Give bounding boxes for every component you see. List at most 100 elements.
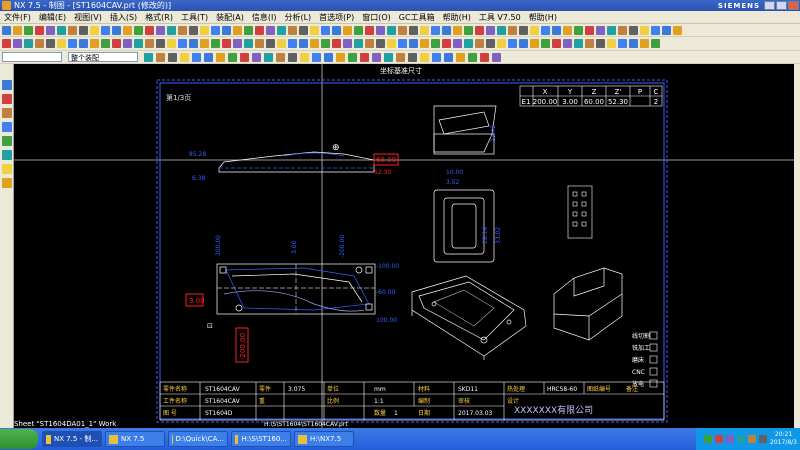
toolbar-icon[interactable] [596,25,605,35]
toolbar-icon[interactable] [431,39,440,48]
toolbar-icon[interactable] [431,25,440,35]
toolbar-icon[interactable] [288,52,297,62]
toolbar-icon[interactable] [288,39,297,48]
tray-icon[interactable] [715,435,724,443]
tray-icon[interactable] [726,435,735,443]
toolbar-icon[interactable] [585,39,594,48]
menu-item[interactable]: 窗口(O) [358,12,395,23]
toolbar-icon[interactable] [384,52,393,62]
toolbar-icon[interactable] [464,39,473,48]
toolbar-icon[interactable] [442,39,451,48]
toolbar-icon[interactable] [651,25,660,35]
toolbar-icon[interactable] [442,25,451,35]
toolbar-icon[interactable] [228,52,237,62]
toolbar-icon[interactable] [563,25,572,35]
toolbar-icon[interactable] [79,39,88,48]
toolbar-icon[interactable] [332,39,341,48]
toolbar-icon[interactable] [519,39,528,48]
toolbar-icon[interactable] [167,39,176,48]
toolbar-icon[interactable] [409,25,418,35]
toolbar-icon[interactable] [475,39,484,48]
toolbar-icon[interactable] [408,52,417,62]
resource-tab-icon[interactable] [1,178,12,188]
toolbar-icon[interactable] [310,25,319,35]
toolbar-icon[interactable] [492,52,501,62]
menu-item[interactable]: 编辑(E) [35,12,70,23]
toolbar-icon[interactable] [156,52,165,62]
toolbar-icon[interactable] [255,39,264,48]
toolbar-icon[interactable] [255,25,264,35]
menu-item[interactable]: 格式(R) [141,12,177,23]
toolbar-icon[interactable] [310,39,319,48]
toolbar-icon[interactable] [398,39,407,48]
toolbar-icon[interactable] [662,25,671,35]
toolbar-icon[interactable] [468,52,477,62]
menu-item[interactable]: 信息(I) [248,12,281,23]
drawing-canvas[interactable]: 第1/3页 X Y Z Z' P C E1 200.00 3.00 60.00 … [14,64,794,428]
toolbar-icon[interactable] [244,39,253,48]
toolbar-icon[interactable] [167,25,176,35]
toolbar-icon[interactable] [200,39,209,48]
toolbar-icon[interactable] [607,25,616,35]
toolbar-icon[interactable] [336,52,345,62]
toolbar-icon[interactable] [24,39,33,48]
toolbar-icon[interactable] [321,25,330,35]
toolbar-icon[interactable] [57,25,66,35]
taskbar-item[interactable]: NX 7.5 [105,431,165,447]
toolbar-icon[interactable] [192,52,201,62]
menu-item[interactable]: 文件(F) [0,12,35,23]
menu-item[interactable]: 分析(L) [280,12,315,23]
clock[interactable]: 20:21 2017/8/3 [770,431,797,447]
toolbar-icon[interactable] [398,25,407,35]
toolbar-icon[interactable] [277,25,286,35]
toolbar-icon[interactable] [432,52,441,62]
toolbar-icon[interactable] [618,39,627,48]
menu-item[interactable]: 帮助(H) [439,12,475,23]
toolbar-icon[interactable] [475,25,484,35]
toolbar-icon[interactable] [453,25,462,35]
toolbar-icon[interactable] [90,25,99,35]
toolbar-icon[interactable] [673,25,682,35]
toolbar-icon[interactable] [409,39,418,48]
toolbar-icon[interactable] [112,25,121,35]
toolbar-icon[interactable] [387,25,396,35]
toolbar-icon[interactable] [497,25,506,35]
toolbar-icon[interactable] [13,39,22,48]
toolbar-icon[interactable] [629,39,638,48]
toolbar-icon[interactable] [508,39,517,48]
toolbar-icon[interactable] [629,25,638,35]
resource-tab-icon[interactable] [1,122,12,132]
taskbar-item[interactable]: H:\S\ST160... [231,431,291,447]
resource-tab-icon[interactable] [1,108,12,118]
toolbar-icon[interactable] [222,39,231,48]
toolbar-icon[interactable] [277,39,286,48]
toolbar-icon[interactable] [211,25,220,35]
taskbar-item[interactable]: H:\NX7.5 [294,431,354,447]
toolbar-icon[interactable] [266,39,275,48]
toolbar-icon[interactable] [486,25,495,35]
toolbar-icon[interactable] [574,25,583,35]
menu-item[interactable]: 插入(S) [106,12,141,23]
toolbar-icon[interactable] [189,39,198,48]
toolbar-icon[interactable] [348,52,357,62]
toolbar-icon[interactable] [57,39,66,48]
toolbar-icon[interactable] [252,52,261,62]
toolbar-icon[interactable] [46,39,55,48]
toolbar-icon[interactable] [456,52,465,62]
toolbar-icon[interactable] [299,39,308,48]
toolbar-icon[interactable] [68,25,77,35]
resource-tab-icon[interactable] [1,94,12,104]
toolbar-icon[interactable] [288,25,297,35]
toolbar-icon[interactable] [101,39,110,48]
toolbar-icon[interactable] [264,52,273,62]
menu-item[interactable]: 帮助(H) [525,12,561,23]
toolbar-icon[interactable] [343,39,352,48]
tray-icon[interactable] [759,435,768,443]
toolbar-icon[interactable] [640,25,649,35]
toolbar-icon[interactable] [585,25,594,35]
toolbar-icon[interactable] [640,39,649,48]
toolbar-icon[interactable] [354,39,363,48]
toolbar-icon[interactable] [145,39,154,48]
close-button[interactable] [788,1,799,10]
minimize-button[interactable] [764,1,775,10]
